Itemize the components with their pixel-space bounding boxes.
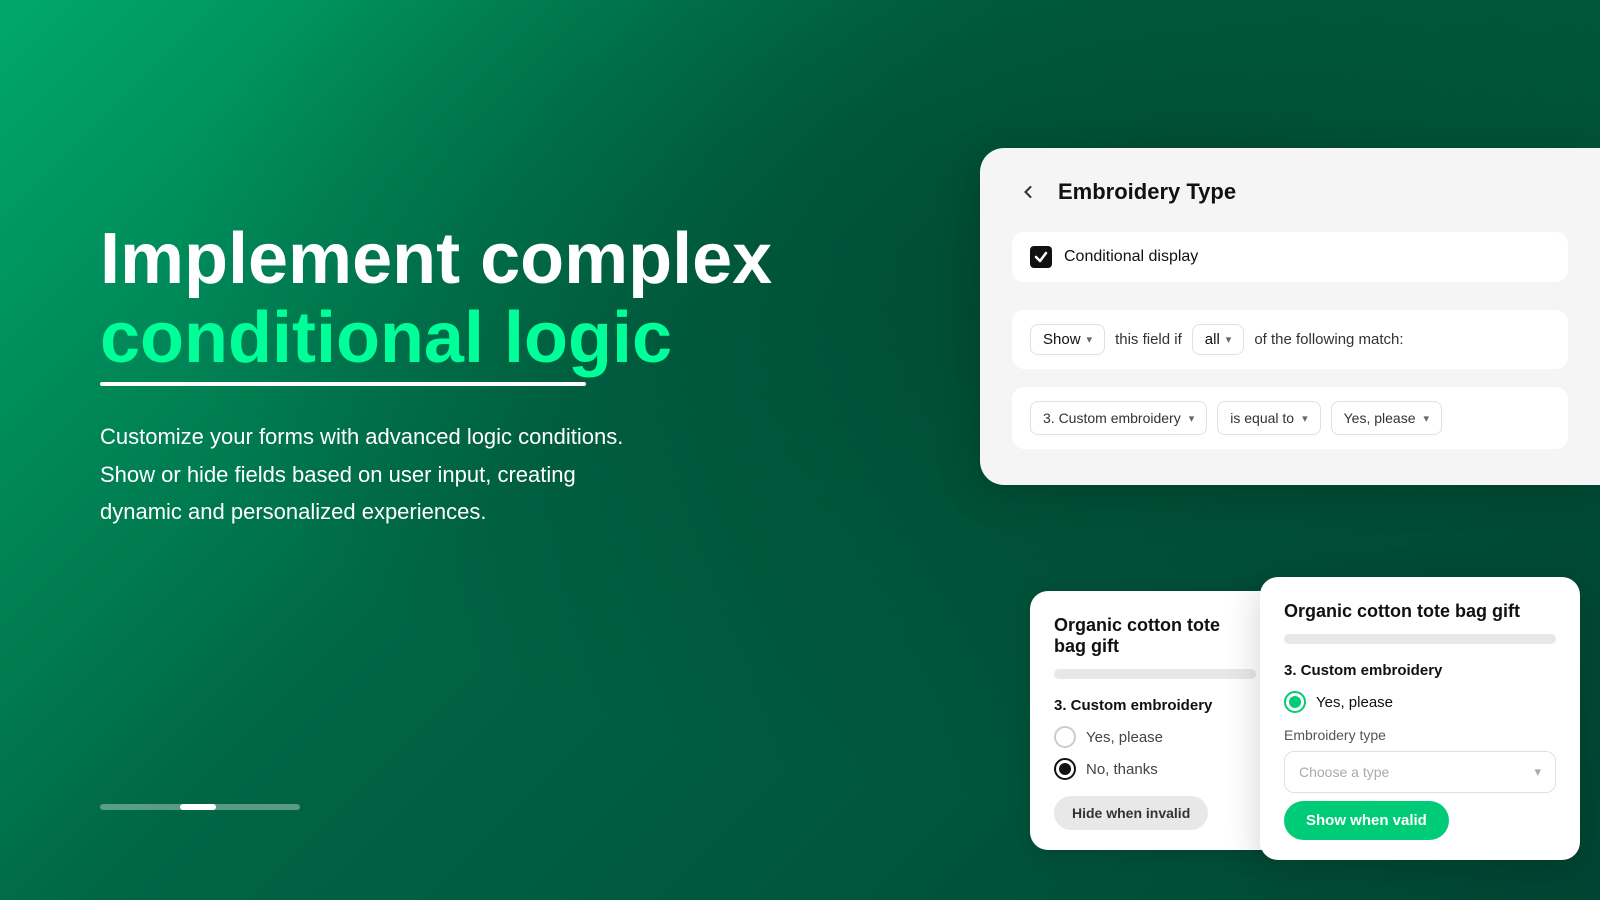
radio-label-yes: Yes, please <box>1316 694 1393 711</box>
radio-outer-2 <box>1054 758 1076 780</box>
slider-thumb <box>180 804 216 810</box>
card-right-field-label: 3. Custom embroidery <box>1284 662 1556 679</box>
radio-label-1: Yes, please <box>1086 729 1163 746</box>
value-label: Yes, please <box>1344 410 1416 426</box>
radio-outer-green-1 <box>1284 691 1306 713</box>
type-placeholder: Choose a type <box>1299 764 1389 780</box>
card-left-field-label: 3. Custom embroidery <box>1054 697 1256 714</box>
value-chevron: ▾ <box>1423 412 1429 425</box>
card-shown-state: Organic cotton tote bag gift 3. Custom e… <box>1260 577 1580 860</box>
show-select[interactable]: Show ▾ <box>1030 324 1105 355</box>
value-select[interactable]: Yes, please ▾ <box>1331 401 1442 435</box>
show-label: Show <box>1043 331 1081 348</box>
type-chevron: ▾ <box>1534 764 1541 780</box>
subtext-line1: Customize your forms with advanced logic… <box>100 418 772 455</box>
slider-track <box>100 804 300 810</box>
radio-label-2: No, thanks <box>1086 761 1158 778</box>
conditional-display-row: Conditional display <box>1012 232 1568 282</box>
conditional-checkbox[interactable] <box>1030 246 1052 268</box>
embroidery-type-label: Embroidery type <box>1284 727 1556 743</box>
subtext-line3: dynamic and personalized experiences. <box>100 493 772 530</box>
slider[interactable] <box>100 804 300 810</box>
card-left-product-title: Organic cotton tote bag gift <box>1054 615 1256 657</box>
field-select[interactable]: 3. Custom embroidery ▾ <box>1030 401 1207 435</box>
card-right-option1: Yes, please <box>1284 691 1556 713</box>
left-content: Implement complex conditional logic Cust… <box>100 220 772 531</box>
show-chevron: ▾ <box>1087 333 1093 346</box>
panel-header: Embroidery Type <box>1012 176 1568 208</box>
card-right-product-title: Organic cotton tote bag gift <box>1284 601 1556 622</box>
all-chevron: ▾ <box>1226 333 1232 346</box>
operator-select[interactable]: is equal to ▾ <box>1217 401 1320 435</box>
card-left-input-bar <box>1054 669 1256 679</box>
card-left-option2: No, thanks <box>1054 758 1256 780</box>
back-button[interactable] <box>1012 176 1044 208</box>
subtext: Customize your forms with advanced logic… <box>100 418 772 530</box>
conditional-label: Conditional display <box>1064 248 1198 266</box>
condition-row: 3. Custom embroidery ▾ is equal to ▾ Yes… <box>1012 387 1568 449</box>
field-select-label: 3. Custom embroidery <box>1043 410 1181 426</box>
hide-when-invalid-button[interactable]: Hide when invalid <box>1054 796 1208 830</box>
logic-row: Show ▾ this field if all ▾ of the follow… <box>1012 310 1568 369</box>
operator-chevron: ▾ <box>1302 412 1308 425</box>
all-label: all <box>1205 331 1220 348</box>
card-right-input-bar <box>1284 634 1556 644</box>
following-match-text: of the following match: <box>1254 331 1403 348</box>
all-select[interactable]: all ▾ <box>1192 324 1245 355</box>
panel-title: Embroidery Type <box>1058 179 1236 205</box>
type-select-box[interactable]: Choose a type ▾ <box>1284 751 1556 793</box>
show-when-valid-button[interactable]: Show when valid <box>1284 801 1449 840</box>
subtext-line2: Show or hide fields based on user input,… <box>100 456 772 493</box>
headline-line1: Implement complex <box>100 220 772 299</box>
card-left-option1: Yes, please <box>1054 726 1256 748</box>
this-field-if-text: this field if <box>1115 331 1182 348</box>
headline-line2: conditional logic <box>100 299 672 378</box>
operator-label: is equal to <box>1230 410 1294 426</box>
radio-outer-1 <box>1054 726 1076 748</box>
card-hidden-state: Organic cotton tote bag gift 3. Custom e… <box>1030 591 1280 850</box>
field-chevron: ▾ <box>1189 412 1195 425</box>
settings-panel: Embroidery Type Conditional display Show… <box>980 148 1600 485</box>
